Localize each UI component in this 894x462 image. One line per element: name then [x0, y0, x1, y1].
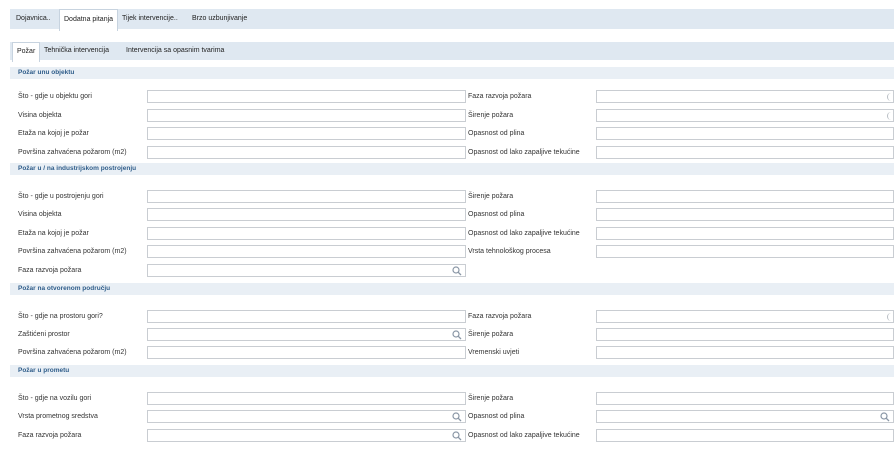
text-field[interactable] [596, 146, 894, 159]
field-label: Površina zahvaćena požarom (m2) [18, 349, 127, 356]
field-label: Što - gdje u postrojenju gori [18, 193, 104, 200]
text-field[interactable] [596, 90, 894, 103]
text-field[interactable] [147, 264, 466, 277]
text-field[interactable] [147, 208, 466, 221]
text-field[interactable] [147, 90, 466, 103]
text-field[interactable] [147, 410, 466, 423]
text-field[interactable] [596, 208, 894, 221]
field-label: Zaštićeni prostor [18, 331, 70, 338]
field-label: Opasnost od plina [468, 211, 525, 218]
main-tab-bar: Dojavnica.. Dodatna pitanja Tijek interv… [10, 9, 894, 31]
field-label: Opasnost od plina [468, 413, 525, 420]
text-field[interactable] [147, 227, 466, 240]
field-label: Opasnost od plina [468, 130, 525, 137]
section-title: Požar unu objektu [10, 67, 894, 79]
search-icon[interactable] [452, 431, 462, 441]
field-label: Opasnost od lako zapaljive tekućine [468, 230, 580, 237]
search-icon[interactable] [880, 412, 890, 422]
field-label: Što - gdje u objektu gori [18, 93, 92, 100]
field-label: Vrsta tehnološkog procesa [468, 248, 551, 255]
dropdown-trigger-icon[interactable] [887, 313, 894, 321]
tab-tijek-intervencije[interactable]: Tijek intervencije.. [118, 9, 182, 29]
sub-tab-bar: Požar Tehnička intervencija Intervencija… [10, 42, 894, 62]
field-label: Površina zahvaćena požarom (m2) [18, 248, 127, 255]
field-label: Opasnost od lako zapaljive tekućine [468, 432, 580, 439]
text-field[interactable] [596, 190, 894, 203]
field-label: Širenje požara [468, 193, 514, 200]
search-icon[interactable] [452, 412, 462, 422]
field-label: Faza razvoja požara [18, 432, 82, 439]
text-field[interactable] [596, 310, 894, 323]
field-label: Visina objekta [18, 112, 62, 119]
text-field[interactable] [147, 109, 466, 122]
field-label: Širenje požara [468, 331, 514, 338]
field-label: Što - gdje na prostoru gori? [18, 313, 103, 320]
text-field[interactable] [596, 392, 894, 405]
text-field[interactable] [596, 109, 894, 122]
text-field[interactable] [147, 429, 466, 442]
text-field[interactable] [147, 310, 466, 323]
field-label: Širenje požara [468, 395, 514, 402]
tab-tehnicka-intervencija[interactable]: Tehnička intervencija [40, 42, 113, 60]
text-field[interactable] [147, 346, 466, 359]
section-title: Požar u / na industrijskom postrojenju [10, 163, 894, 175]
tab-dojavnica[interactable]: Dojavnica.. [12, 9, 55, 29]
field-label: Vremenski uvjeti [468, 349, 520, 356]
field-label: Faza razvoja požara [468, 93, 532, 100]
field-label: Etaža na kojoj je požar [18, 230, 89, 237]
section-title: Požar u prometu [10, 365, 894, 377]
text-field[interactable] [596, 245, 894, 258]
field-label: Faza razvoja požara [468, 313, 532, 320]
text-field[interactable] [596, 227, 894, 240]
field-label: Širenje požara [468, 112, 514, 119]
text-field[interactable] [596, 346, 894, 359]
field-label: Etaža na kojoj je požar [18, 130, 89, 137]
field-label: Što - gdje na vozilu gori [18, 395, 92, 402]
text-field[interactable] [147, 127, 466, 140]
tab-brzo-uzbunjivanje[interactable]: Brzo uzbunjivanje [188, 9, 251, 29]
tab-pozar[interactable]: Požar [12, 42, 41, 62]
field-label: Površina zahvaćena požarom (m2) [18, 149, 127, 156]
section-title: Požar na otvorenom području [10, 283, 894, 295]
tab-dodatna-pitanja[interactable]: Dodatna pitanja [59, 9, 119, 31]
dropdown-trigger-icon[interactable] [887, 112, 894, 120]
text-field[interactable] [147, 392, 466, 405]
text-field[interactable] [147, 328, 466, 341]
field-label: Faza razvoja požara [18, 267, 82, 274]
field-label: Opasnost od lako zapaljive tekućine [468, 149, 580, 156]
text-field[interactable] [596, 328, 894, 341]
field-label: Vrsta prometnog sredstva [18, 413, 98, 420]
search-icon[interactable] [452, 266, 462, 276]
dropdown-trigger-icon[interactable] [887, 93, 894, 101]
text-field[interactable] [147, 245, 466, 258]
text-field[interactable] [147, 190, 466, 203]
tab-intervencija-opasne-tvari[interactable]: Intervencija sa opasnim tvarima [122, 42, 228, 60]
text-field[interactable] [596, 429, 894, 442]
field-label: Visina objekta [18, 211, 62, 218]
text-field[interactable] [596, 127, 894, 140]
text-field[interactable] [596, 410, 894, 423]
text-field[interactable] [147, 146, 466, 159]
search-icon[interactable] [452, 330, 462, 340]
